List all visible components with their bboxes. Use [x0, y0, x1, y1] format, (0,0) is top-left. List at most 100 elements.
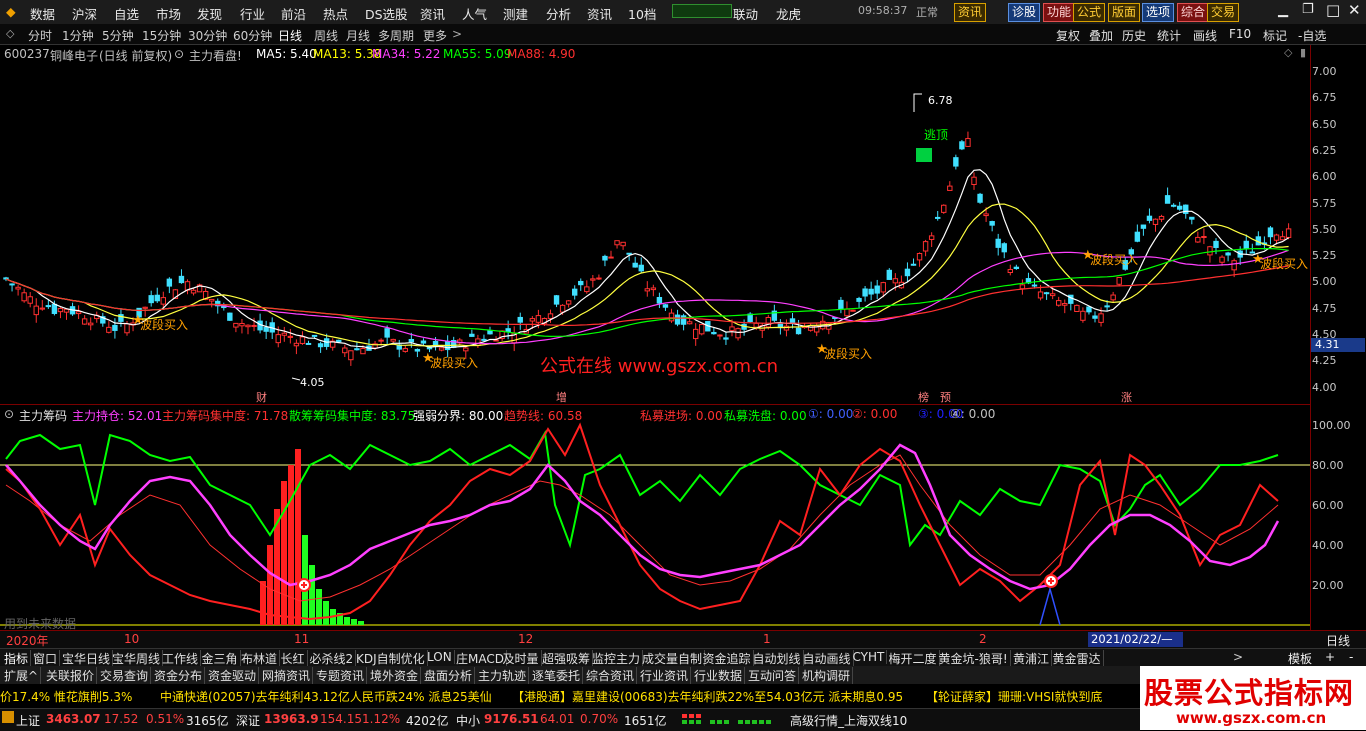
panel-menu-icon[interactable]: ▮: [1300, 46, 1306, 59]
extension-tab-9[interactable]: 主力轨迹: [476, 667, 530, 684]
right-tool-7[interactable]: -自选: [1298, 27, 1326, 44]
indicator-tab-23[interactable]: 黄金雷达: [1051, 650, 1104, 667]
extension-tab-14[interactable]: 互动问答: [746, 667, 800, 684]
indicator-tab-12[interactable]: 及时量: [501, 650, 542, 667]
template-button[interactable]: 模板: [1288, 650, 1312, 667]
ticker-item[interactable]: 【轮证薛家】珊珊:VHSI就快到底: [926, 688, 1102, 705]
maximize-icon[interactable]: □: [1326, 1, 1340, 19]
menu-item-1[interactable]: 沪深: [72, 4, 97, 23]
extension-tab-13[interactable]: 行业数据: [692, 667, 746, 684]
period-tab-4[interactable]: 30分钟: [188, 27, 227, 44]
indicator-chart[interactable]: [0, 422, 1310, 630]
extension-tab-12[interactable]: 行业资讯: [638, 667, 692, 684]
indicator-tab-2[interactable]: 宝华日线: [60, 650, 114, 667]
restore-icon[interactable]: ❐: [1302, 2, 1314, 17]
period-tab-3[interactable]: 15分钟: [142, 27, 181, 44]
indicator-tab-19[interactable]: CYHT: [851, 650, 888, 664]
period-tab-8[interactable]: 月线: [346, 27, 370, 44]
indicator-tab-8[interactable]: 必杀线2: [308, 650, 357, 667]
extension-tab-8[interactable]: 盘面分析: [422, 667, 476, 684]
toolbar-button-2[interactable]: 功能: [1043, 3, 1076, 22]
indicator-tab-14[interactable]: 监控主力: [590, 650, 644, 667]
right-tool-5[interactable]: F10: [1229, 27, 1251, 41]
toolbar-button-4[interactable]: 版面: [1108, 3, 1141, 22]
indicator-tab-9[interactable]: KDJ自制优化: [354, 650, 428, 667]
toolbar-button-0[interactable]: 资讯: [954, 3, 987, 22]
indicator-tab-6[interactable]: 布林道: [239, 650, 281, 667]
indicator-tab-18[interactable]: 自动画线: [801, 650, 854, 667]
menu-item-12[interactable]: 分析: [546, 4, 571, 23]
indicator-tab-7[interactable]: 长红: [279, 650, 308, 667]
indicator-tab-13[interactable]: 超强吸筹: [540, 650, 594, 667]
close-icon[interactable]: ✕: [1348, 1, 1361, 19]
extension-tab-10[interactable]: 逐笔委托: [530, 667, 584, 684]
ticker-item[interactable]: 价17.4% 惟花旗削5.3%: [0, 688, 132, 705]
link-button[interactable]: 联动: [733, 4, 758, 23]
indicator-tab-15[interactable]: 成交量自制: [640, 650, 706, 667]
extension-tab-6[interactable]: 专题资讯: [314, 667, 368, 684]
menu-item-0[interactable]: 数据: [30, 4, 55, 23]
chevron-right-icon[interactable]: >: [452, 27, 462, 41]
indicator-tab-16[interactable]: 资金追踪: [701, 650, 754, 667]
indicator-tab-10[interactable]: LON: [425, 650, 455, 664]
menu-item-11[interactable]: 测建: [503, 4, 528, 23]
indicator-tab-3[interactable]: 宝华周线: [110, 650, 164, 667]
right-tool-6[interactable]: 标记: [1263, 27, 1287, 44]
menu-item-4[interactable]: 发现: [197, 4, 222, 23]
right-tool-2[interactable]: 历史: [1122, 27, 1146, 44]
menu-item-6[interactable]: 前沿: [281, 4, 306, 23]
period-mode[interactable]: 日线: [1326, 632, 1350, 649]
period-tab-2[interactable]: 5分钟: [102, 27, 134, 44]
menu-item-14[interactable]: 10档: [628, 4, 656, 23]
status-icon[interactable]: [2, 711, 14, 723]
extension-tab-2[interactable]: 交易查询: [98, 667, 152, 684]
scroll-right-icon[interactable]: >: [1233, 650, 1243, 664]
toolbar-button-1[interactable]: 诊股: [1008, 3, 1041, 22]
extension-tab-3[interactable]: 资金分布: [152, 667, 206, 684]
collapse-icon[interactable]: ◇: [6, 27, 14, 40]
menu-item-5[interactable]: 行业: [240, 4, 265, 23]
period-tab-1[interactable]: 1分钟: [62, 27, 94, 44]
menu-item-2[interactable]: 自选: [114, 4, 139, 23]
brand-banner[interactable]: 股票公式指标网 www.gszx.com.cn: [1140, 666, 1366, 730]
right-tool-3[interactable]: 统计: [1157, 27, 1181, 44]
indicator-tab-22[interactable]: 黄浦江: [1011, 650, 1053, 667]
menu-item-3[interactable]: 市场: [156, 4, 181, 23]
collapse-indicator-icon[interactable]: ⊙: [4, 407, 14, 421]
indicator-tab-1[interactable]: 窗口: [31, 650, 61, 667]
extension-tab-7[interactable]: 境外资金: [368, 667, 422, 684]
indicator-tab-20[interactable]: 梅开二度: [887, 650, 940, 667]
period-tab-6[interactable]: 日线: [278, 27, 302, 44]
extension-tab-15[interactable]: 机构调研: [800, 667, 854, 684]
app-icon[interactable]: ◆: [6, 4, 16, 19]
menu-item-13[interactable]: 资讯: [587, 4, 612, 23]
period-tab-7[interactable]: 周线: [314, 27, 338, 44]
menu-item-9[interactable]: 资讯: [420, 4, 445, 23]
indicator-tab-21[interactable]: 黄金坑-狼哥!: [937, 650, 1011, 667]
period-tab-9[interactable]: 多周期: [378, 27, 414, 44]
menu-item-8[interactable]: DS选股: [365, 4, 408, 23]
minimize-icon[interactable]: ▁: [1278, 3, 1288, 18]
add-button[interactable]: +: [1325, 650, 1335, 664]
extension-tab-4[interactable]: 资金驱动: [206, 667, 260, 684]
period-tab-5[interactable]: 60分钟: [233, 27, 272, 44]
toolbar-button-5[interactable]: 选项: [1142, 3, 1175, 22]
right-tool-4[interactable]: 画线: [1193, 27, 1217, 44]
ticker-item[interactable]: 中通快递(02057)去年纯利43.12亿人民币跌24% 派息25美仙: [160, 688, 492, 705]
extension-tab-11[interactable]: 综合资讯: [584, 667, 638, 684]
indicator-tab-0[interactable]: 指标: [2, 650, 32, 667]
right-tool-1[interactable]: 叠加: [1089, 27, 1113, 44]
toolbar-button-6[interactable]: 综合: [1177, 3, 1210, 22]
indicator-tab-5[interactable]: 金三角: [200, 650, 241, 667]
ticker-item[interactable]: 【港股通】嘉里建设(00683)去年纯利跌22%至54.03亿元 派末期息0.9…: [512, 688, 903, 705]
menu-item-7[interactable]: 热点: [323, 4, 348, 23]
price-chart[interactable]: ★波段买入★波段买入★波段买入★波段买入 ★波段买入6.784.05逃顶公式在线 …: [0, 62, 1310, 404]
extension-tab-0[interactable]: 扩展^: [2, 667, 42, 684]
remove-button[interactable]: -: [1349, 650, 1353, 664]
menu-item-10[interactable]: 人气: [462, 4, 487, 23]
right-tool-0[interactable]: 复权: [1056, 27, 1080, 44]
indicator-tab-4[interactable]: 工作线: [160, 650, 202, 667]
period-tab-10[interactable]: 更多: [423, 27, 447, 44]
toolbar-button-7[interactable]: 交易: [1207, 3, 1240, 22]
diamond-icon[interactable]: ◇: [1284, 46, 1292, 59]
